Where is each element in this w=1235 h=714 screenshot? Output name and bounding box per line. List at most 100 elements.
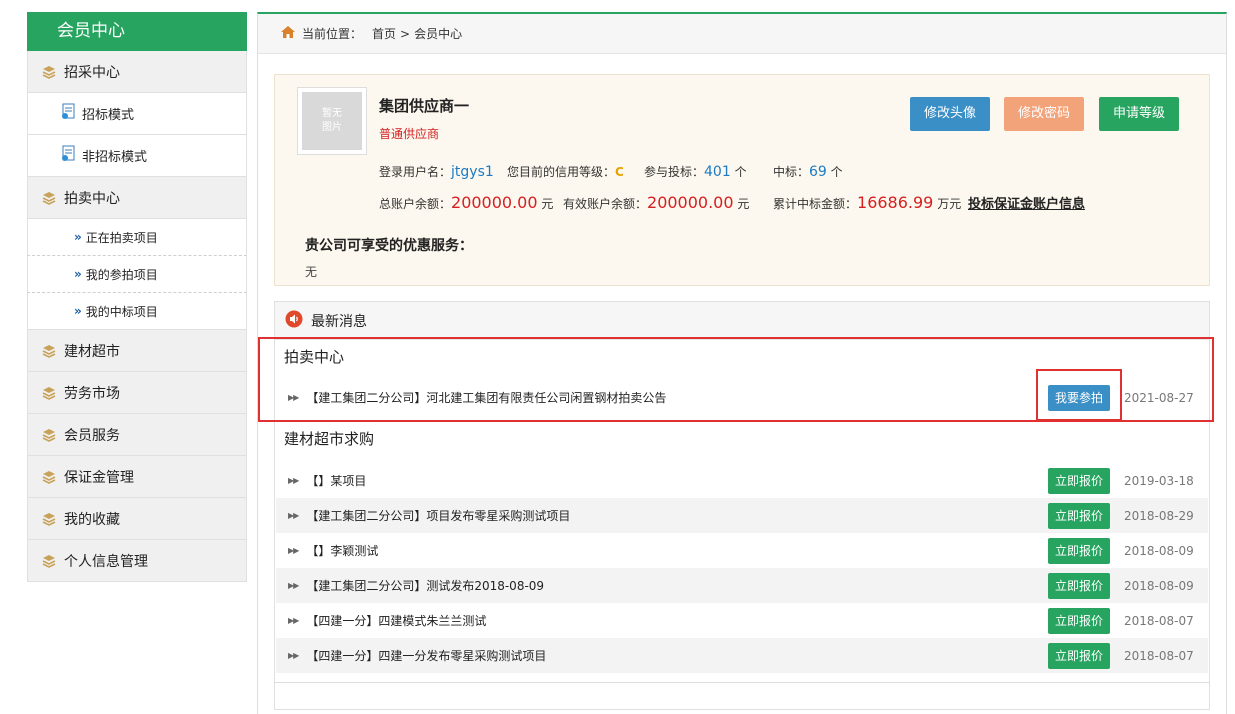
item-date: 2019-03-18 — [1124, 473, 1194, 488]
cumulative-label: 累计中标金额： — [773, 197, 858, 211]
item-date: 2018-08-29 — [1124, 508, 1194, 523]
sidebar-item-my-wins[interactable]: » 我的中标项目 — [27, 293, 247, 330]
breadcrumb-separator: > — [400, 26, 411, 41]
stack-icon — [42, 512, 56, 526]
sidebar-item-label: 拍卖中心 — [64, 190, 120, 207]
quote-button[interactable]: 立即报价 — [1048, 642, 1110, 669]
sidebar-item-label: 招采中心 — [64, 64, 120, 81]
item-title[interactable]: 【】某项目 — [306, 472, 1048, 489]
play-icon: ▶▶ — [288, 581, 299, 590]
sidebar-item-bidding-center[interactable]: 招采中心 — [27, 51, 247, 93]
sidebar-item-personal-info[interactable]: 个人信息管理 — [27, 540, 247, 582]
username-value: jtgys1 — [451, 164, 494, 180]
sidebar-item-auction-center[interactable]: 拍卖中心 — [27, 177, 247, 219]
avatar-text: 暂无 — [322, 108, 342, 119]
sidebar-item-labor-market[interactable]: 劳务市场 — [27, 372, 247, 414]
quote-button[interactable]: 立即报价 — [1048, 467, 1110, 494]
valid-balance-label: 有效账户余额： — [563, 197, 648, 211]
list-item[interactable]: ▶▶ 【四建一分】四建一分发布零星采购测试项目 立即报价 2018-08-07 — [276, 638, 1208, 673]
list-item[interactable]: ▶▶ 【】李颖测试 立即报价 2018-08-09 — [276, 533, 1208, 568]
list-item[interactable]: ▶▶ 【】某项目 立即报价 2019-03-18 — [276, 463, 1208, 498]
play-icon: ▶▶ — [288, 511, 299, 520]
cumulative-unit: 万元 — [937, 197, 962, 211]
double-chevron-icon: » — [74, 267, 82, 281]
item-date: 2018-08-09 — [1124, 578, 1194, 593]
sidebar-item-non-tender-mode[interactable]: 非招标模式 — [27, 135, 247, 177]
stack-icon — [42, 470, 56, 484]
stack-icon — [42, 428, 56, 442]
total-balance-unit: 元 — [541, 197, 554, 211]
play-icon: ▶▶ — [288, 476, 299, 485]
sidebar-item-my-favorites[interactable]: 我的收藏 — [27, 498, 247, 540]
benefit-value: 无 — [305, 265, 318, 279]
double-chevron-icon: » — [74, 304, 82, 318]
avatar: 暂无 图片 — [297, 87, 367, 155]
company-name: 集团供应商一 — [379, 97, 470, 115]
total-balance-value: 200000.00 — [451, 193, 538, 212]
stack-icon — [42, 554, 56, 568]
bid-label: 参与投标： — [644, 165, 705, 179]
sidebar-item-tender-mode[interactable]: 招标模式 — [27, 93, 247, 135]
avatar-placeholder: 暂无 图片 — [302, 92, 362, 150]
item-title[interactable]: 【建工集团二分公司】测试发布2018-08-09 — [306, 577, 1048, 594]
sidebar-item-label: 保证金管理 — [64, 469, 134, 486]
sidebar-item-my-auctions[interactable]: » 我的参拍项目 — [27, 256, 247, 293]
change-password-button[interactable]: 修改密码 — [1004, 97, 1084, 131]
speaker-icon — [285, 310, 303, 332]
double-chevron-icon: » — [74, 230, 82, 244]
sidebar-item-label: 我的参拍项目 — [85, 267, 158, 282]
apply-level-button[interactable]: 申请等级 — [1099, 97, 1179, 131]
supplier-level: 普通供应商 — [379, 127, 440, 141]
win-count: 69 — [809, 164, 827, 180]
benefit-title: 贵公司可享受的优惠服务： — [305, 238, 473, 254]
quote-button[interactable]: 立即报价 — [1048, 537, 1110, 564]
change-avatar-button[interactable]: 修改头像 — [910, 97, 990, 131]
sidebar-item-label: 建材超市 — [64, 343, 120, 360]
bid-unit: 个 — [734, 165, 747, 179]
breadcrumb-home[interactable]: 首页 — [372, 25, 396, 42]
item-title[interactable]: 【四建一分】四建一分发布零星采购测试项目 — [306, 647, 1048, 664]
sidebar-item-building-materials[interactable]: 建材超市 — [27, 330, 247, 372]
list-divider — [274, 682, 1210, 683]
sidebar-item-label: 我的收藏 — [64, 511, 120, 528]
sidebar-item-label: 个人信息管理 — [64, 553, 148, 570]
win-label: 中标： — [773, 165, 810, 179]
document-user-icon — [60, 103, 78, 125]
sidebar-item-deposit-management[interactable]: 保证金管理 — [27, 456, 247, 498]
win-unit: 个 — [830, 165, 843, 179]
item-title[interactable]: 【四建一分】四建模式朱兰兰测试 — [306, 612, 1048, 629]
sidebar-item-label: 劳务市场 — [64, 385, 120, 402]
item-title[interactable]: 【建工集团二分公司】项目发布零星采购测试项目 — [306, 507, 1048, 524]
sidebar-item-label: 招标模式 — [82, 108, 135, 123]
item-title[interactable]: 【】李颖测试 — [306, 542, 1048, 559]
item-date: 2018-08-09 — [1124, 543, 1194, 558]
bid-count: 401 — [704, 164, 731, 180]
list-item[interactable]: ▶▶ 【建工集团二分公司】测试发布2018-08-09 立即报价 2018-08… — [276, 568, 1208, 603]
quote-button[interactable]: 立即报价 — [1048, 607, 1110, 634]
play-icon: ▶▶ — [288, 546, 299, 555]
sidebar-item-label: 正在拍卖项目 — [85, 230, 158, 245]
total-balance-label: 总账户余额： — [379, 197, 452, 211]
play-icon: ▶▶ — [288, 651, 299, 660]
deposit-account-link[interactable]: 投标保证金账户信息 — [968, 193, 1085, 212]
quote-button[interactable]: 立即报价 — [1048, 502, 1110, 529]
stack-icon — [42, 191, 56, 205]
breadcrumb-prefix: 当前位置： — [302, 27, 363, 41]
username-label: 登录用户名： — [379, 165, 452, 179]
stack-icon — [42, 386, 56, 400]
sidebar-item-ongoing-auctions[interactable]: » 正在拍卖项目 — [27, 219, 247, 256]
sidebar: 会员中心 招采中心 招标模式 非招标模式 拍卖中心 » 正在拍卖项目 » 我的参… — [27, 12, 247, 582]
item-date: 2018-08-07 — [1124, 613, 1194, 628]
quote-button[interactable]: 立即报价 — [1048, 572, 1110, 599]
list-item[interactable]: ▶▶ 【四建一分】四建模式朱兰兰测试 立即报价 2018-08-07 — [276, 603, 1208, 638]
stack-icon — [42, 65, 56, 79]
play-icon: ▶▶ — [288, 616, 299, 625]
sidebar-item-label: 我的中标项目 — [85, 304, 158, 319]
breadcrumb: 当前位置： 首页 > 会员中心 — [258, 14, 1226, 54]
sidebar-item-member-service[interactable]: 会员服务 — [27, 414, 247, 456]
sidebar-item-label: 非招标模式 — [82, 150, 148, 165]
list-item[interactable]: ▶▶ 【建工集团二分公司】项目发布零星采购测试项目 立即报价 2018-08-2… — [276, 498, 1208, 533]
sidebar-item-label: 会员服务 — [64, 427, 120, 444]
news-header: 最新消息 — [275, 302, 1209, 340]
credit-value: C — [615, 165, 624, 179]
